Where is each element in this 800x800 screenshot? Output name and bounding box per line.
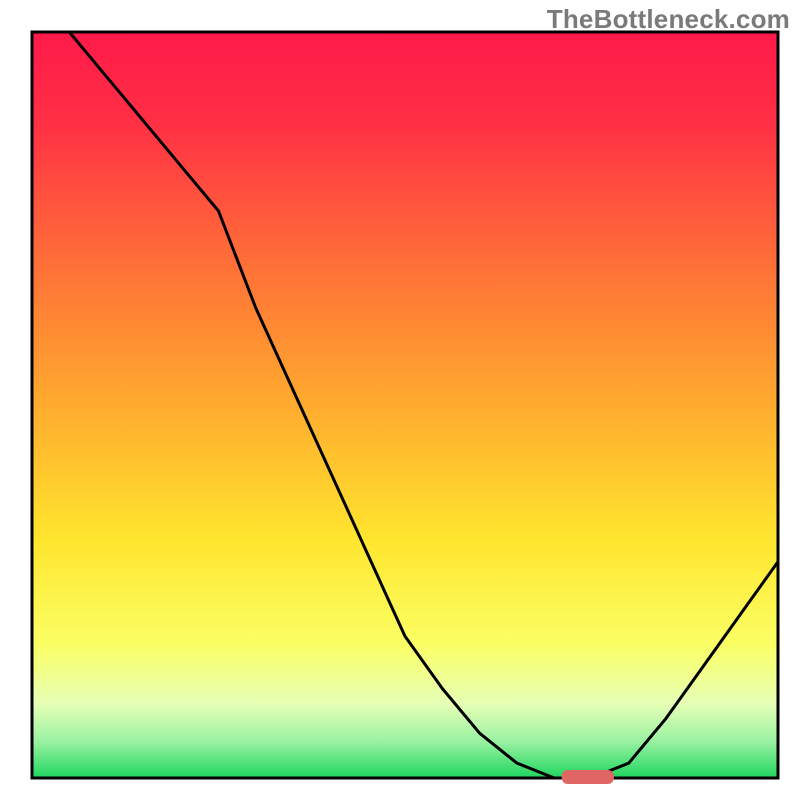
minimum-marker: [562, 770, 614, 784]
plot-background: [32, 32, 778, 778]
chart-container: { "watermark": "TheBottleneck.com", "cha…: [0, 0, 800, 800]
bottleneck-chart: [0, 0, 800, 800]
